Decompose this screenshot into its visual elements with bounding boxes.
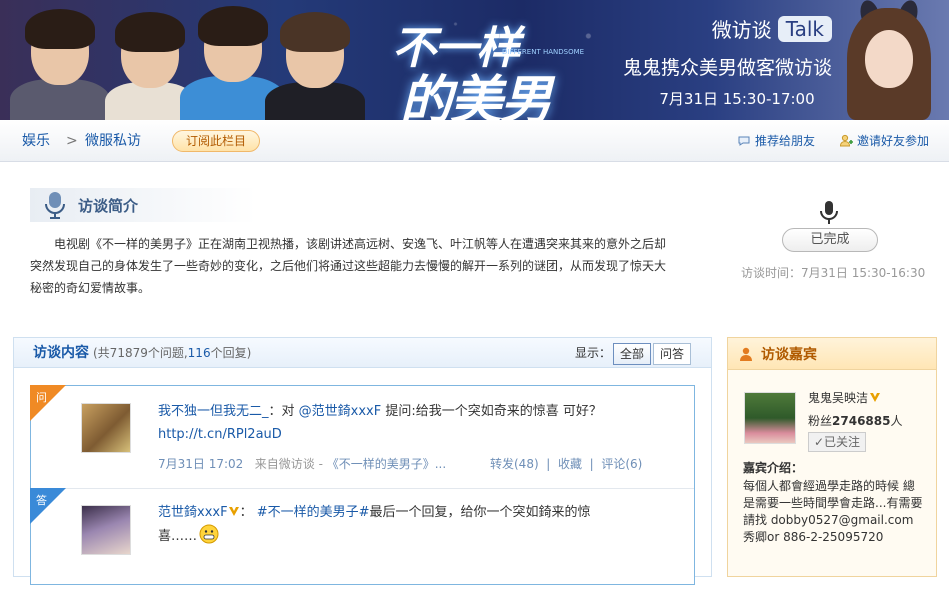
status-badge: 已完成 bbox=[782, 228, 878, 252]
list-item: 问 我不独一但我无二_：对 @范世錡xxxF 提问:给我一个突如奇来的惊喜 可好… bbox=[30, 385, 694, 488]
answer-tag-icon: 答 bbox=[30, 488, 66, 524]
banner-title: 不一样 DIFFERENT HANDSOME 的美男子 bbox=[392, 23, 585, 120]
banner-time: 7月31日 15:30-17:00 bbox=[659, 90, 815, 108]
guest-title: 访谈嘉宾 bbox=[761, 346, 817, 363]
guest-panel: 访谈嘉宾 鬼鬼吴映洁 粉丝2746885人 ✓已关注 嘉宾介绍： 每個人都會經過… bbox=[727, 337, 937, 577]
mention-link[interactable]: @范世錡xxxF bbox=[299, 404, 382, 419]
banner-host-portrait bbox=[839, 0, 939, 120]
user-icon bbox=[740, 347, 752, 361]
guest-name-link[interactable]: 鬼鬼吴映洁 bbox=[808, 391, 868, 405]
user-link[interactable]: 范世錡xxxF bbox=[158, 505, 228, 520]
breadcrumb-bar: 娱乐 > 微服私访 订阅此栏目 推荐给朋友 邀请好友参加 bbox=[0, 120, 949, 162]
question-meta: 7月31日 17:02 来自微访谈 - 《不一样的美男子》... bbox=[158, 457, 447, 471]
breadcrumb-entertainment[interactable]: 娱乐 bbox=[22, 120, 50, 162]
talk-badge: Talk bbox=[777, 15, 832, 42]
short-url-link[interactable]: http://t.cn/RPl2auD bbox=[158, 427, 282, 442]
favorite-link[interactable]: 收藏 bbox=[558, 457, 582, 471]
interview-content-panel: 访谈内容 (共71879个问题,116个回复) 显示： 全部 问答 问 我不独一… bbox=[13, 337, 712, 585]
banner-host-line: 鬼鬼携众美男做客微访谈 bbox=[622, 57, 832, 79]
content-header: 访谈内容 (共71879个问题,116个回复) 显示： 全部 问答 bbox=[14, 338, 711, 368]
intro-description: 电视剧《不一样的美男子》正在湖南卫视热播，该剧讲述高远树、安逸飞、叶江帆等人在遭… bbox=[30, 237, 667, 295]
qa-list: 问 我不独一但我无二_：对 @范世錡xxxF 提问:给我一个突如奇来的惊喜 可好… bbox=[30, 385, 695, 585]
svg-text:答: 答 bbox=[36, 493, 47, 507]
guest-fans: 粉丝2746885人 bbox=[808, 414, 903, 428]
tab-qa[interactable]: 问答 bbox=[653, 343, 691, 365]
guest-intro-text: 每個人都會經過學走路的時候 總是需要一些時間學會走路...有需要請找 dobby… bbox=[743, 479, 923, 544]
breadcrumb-weifu[interactable]: 微服私访 bbox=[85, 120, 141, 162]
guest-intro-label: 嘉宾介绍： bbox=[743, 461, 804, 475]
banner: 不一样 DIFFERENT HANDSOME 的美男子 微访谈 Talk 鬼鬼携… bbox=[0, 0, 949, 120]
invite-friends-link[interactable]: 邀请好友参加 bbox=[839, 120, 929, 162]
subscribe-button[interactable]: 订阅此栏目 bbox=[172, 130, 260, 152]
list-item: 答 范世錡xxxF： #不一样的美男子#最后一个回复，给你一个突如錡来的惊喜…… bbox=[30, 488, 694, 589]
followed-button[interactable]: ✓已关注 bbox=[808, 432, 866, 452]
guest-name: 鬼鬼吴映洁 bbox=[808, 389, 881, 406]
answer-text: 范世錡xxxF： #不一样的美男子#最后一个回复，给你一个突如錡来的惊喜…… bbox=[158, 505, 591, 544]
banner-portrait bbox=[265, 12, 365, 120]
recommend-friend-link[interactable]: 推荐给朋友 bbox=[737, 120, 815, 162]
grin-emoji-icon bbox=[199, 524, 219, 544]
timestamp-link[interactable]: 7月31日 17:02 bbox=[158, 457, 243, 471]
display-filter-label: 显示： bbox=[575, 346, 612, 360]
breadcrumb-separator: > bbox=[66, 133, 78, 149]
content-title: 访谈内容 bbox=[33, 345, 89, 361]
intro-section-header: 访谈简介 bbox=[30, 188, 256, 222]
avatar[interactable] bbox=[81, 505, 131, 555]
verified-icon bbox=[228, 507, 239, 516]
chat-bubble-icon bbox=[738, 136, 750, 146]
question-tag-icon: 问 bbox=[30, 385, 66, 421]
guest-header: 访谈嘉宾 bbox=[728, 338, 936, 370]
guest-avatar[interactable] bbox=[744, 392, 796, 444]
topic-link[interactable]: #不一样的美男子# bbox=[257, 505, 370, 520]
talk-label: 微访谈 bbox=[711, 18, 772, 42]
intro-title: 访谈简介 bbox=[78, 196, 139, 215]
comment-link[interactable]: 评论(6) bbox=[601, 457, 642, 471]
verified-icon bbox=[870, 393, 881, 402]
avatar[interactable] bbox=[81, 403, 131, 453]
interview-time: 访谈时间：7月31日 15:30-16:30 bbox=[741, 266, 926, 280]
svg-text:问: 问 bbox=[36, 391, 47, 404]
forward-link[interactable]: 转发(48) bbox=[490, 457, 539, 471]
banner-portrait bbox=[10, 9, 110, 120]
banner-talk-info: 微访谈 Talk 鬼鬼携众美男做客微访谈 7月31日 15:30-17:00 bbox=[612, 14, 832, 109]
microphone-status-icon bbox=[820, 201, 838, 224]
tab-all[interactable]: 全部 bbox=[613, 343, 651, 365]
add-user-icon bbox=[839, 134, 853, 147]
user-link[interactable]: 我不独一但我无二_ bbox=[158, 404, 269, 419]
question-text: 我不独一但我无二_：对 @范世錡xxxF 提问:给我一个突如奇来的惊喜 可好？ … bbox=[158, 404, 602, 442]
microphone-icon bbox=[45, 192, 65, 219]
question-actions: 转发(48) | 收藏 | 评论(6) bbox=[490, 457, 643, 471]
content-count: (共71879个问题,116个回复) bbox=[93, 346, 252, 360]
source-link[interactable]: 《不一样的美男子》... bbox=[327, 457, 446, 471]
